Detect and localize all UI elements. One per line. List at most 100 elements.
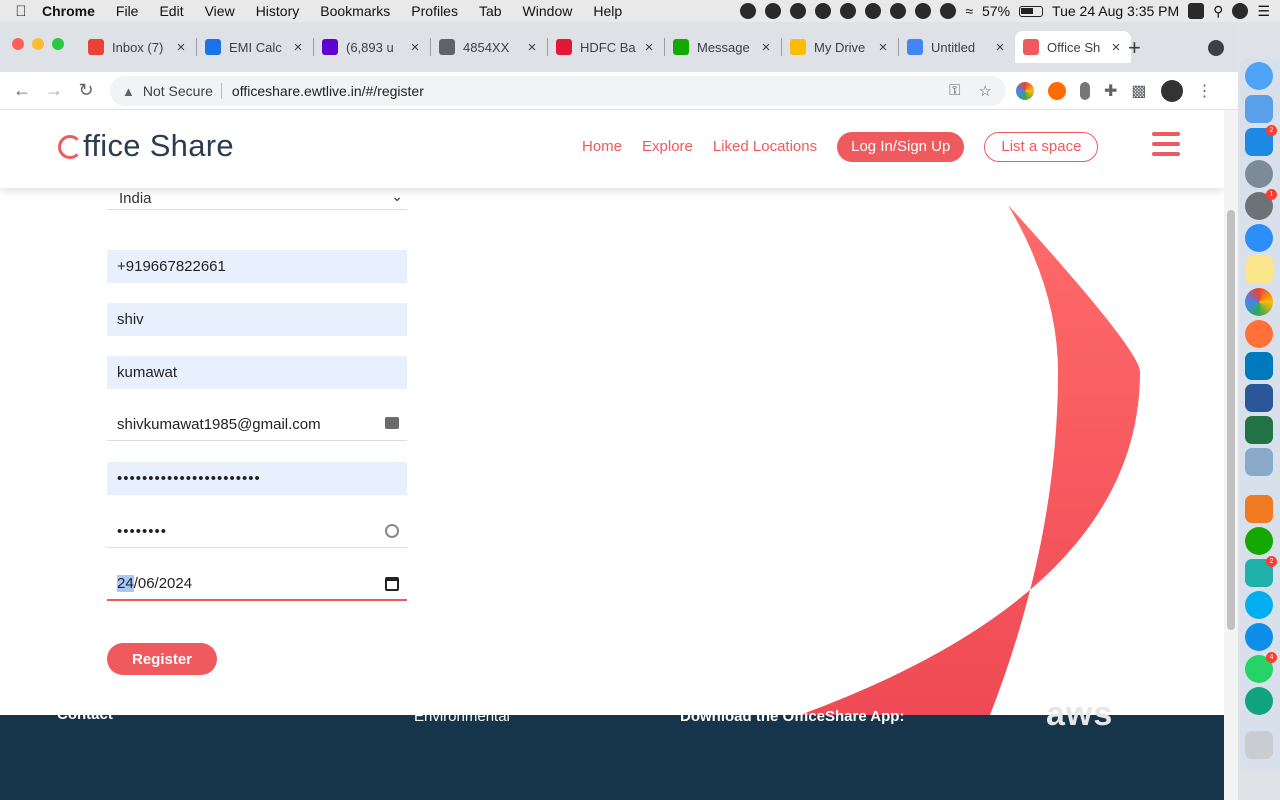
address-bar[interactable]: ▲ Not Secure officeshare.ewtlive.in/#/re… <box>110 76 1006 106</box>
chrome-dock-icon[interactable] <box>1245 288 1273 316</box>
login-signup-button[interactable]: Log In/Sign Up <box>837 132 965 162</box>
accessibility-icon[interactable] <box>915 3 932 19</box>
menu-help[interactable]: Help <box>593 3 622 19</box>
profile-avatar[interactable] <box>1160 80 1183 102</box>
siri-icon[interactable] <box>1232 3 1249 19</box>
close-tab-icon[interactable]: × <box>525 39 539 56</box>
trash-dock-icon[interactable] <box>1245 731 1273 759</box>
back-button[interactable]: ← <box>6 80 38 101</box>
url-text[interactable]: officeshare.ewtlive.in/#/register <box>232 83 424 99</box>
browser-tab[interactable]: Untitled × <box>899 31 1015 63</box>
close-tab-icon[interactable]: × <box>993 39 1007 56</box>
close-tab-icon[interactable]: × <box>1109 39 1123 56</box>
confirm-password-field[interactable]: •••••••• <box>107 515 407 548</box>
color-picker-extension-icon[interactable] <box>1016 82 1034 100</box>
calendar-icon[interactable] <box>385 577 399 591</box>
wifi-icon[interactable]: ≈ <box>965 3 973 19</box>
close-tab-icon[interactable]: × <box>759 39 773 56</box>
fire-extension-icon[interactable] <box>1048 82 1066 100</box>
magnifier-tool-icon[interactable] <box>890 3 907 19</box>
footer-environmental-link[interactable]: Environmental <box>414 708 510 725</box>
whatsapp-dock-icon[interactable]: 4 <box>1245 652 1277 683</box>
move-extension-icon[interactable]: ✚ <box>1104 81 1117 101</box>
preview-dock-icon[interactable] <box>1245 448 1273 476</box>
key-icon[interactable]: ⚿ <box>949 82 960 100</box>
chatgpt-dock-icon[interactable] <box>1245 687 1273 715</box>
browser-tab[interactable]: (6,893 u × <box>314 31 430 63</box>
firefox-dock-icon[interactable] <box>1245 320 1273 348</box>
skype-dock-icon[interactable] <box>1245 591 1273 619</box>
menu-window[interactable]: Window <box>523 3 573 19</box>
browser-tab[interactable]: 4854XX × <box>431 31 547 63</box>
date-day-segment[interactable]: 24 <box>117 575 134 592</box>
phone-field[interactable]: +919667822661 <box>107 250 407 283</box>
input-source-icon[interactable] <box>1188 3 1205 19</box>
tab-search-icon[interactable] <box>1208 40 1224 56</box>
browser-tab[interactable]: Inbox (7) × <box>80 31 196 63</box>
app-store-dock-icon[interactable]: 2 <box>1245 125 1277 156</box>
browser-tab[interactable]: HDFC Ba × <box>548 31 664 63</box>
close-window-button[interactable] <box>12 38 24 50</box>
menu-profiles[interactable]: Profiles <box>411 3 458 19</box>
list-space-button[interactable]: List a space <box>984 132 1099 162</box>
autofill-contact-icon[interactable] <box>385 417 399 429</box>
hamburger-menu-icon[interactable] <box>1152 132 1180 156</box>
password-key-icon[interactable] <box>385 524 399 538</box>
last-name-field[interactable]: kumawat <box>107 356 407 389</box>
launchpad-dock-icon[interactable] <box>1245 160 1273 188</box>
warning-icon[interactable]: ▲ <box>122 84 135 99</box>
battery-icon[interactable] <box>1019 5 1044 17</box>
browser-tab[interactable]: Office Sh × <box>1015 31 1131 63</box>
nav-liked-locations[interactable]: Liked Locations <box>713 132 817 162</box>
zoom-window-button[interactable] <box>52 38 64 50</box>
screen-record-icon[interactable] <box>740 3 757 19</box>
word-dock-icon[interactable] <box>1245 384 1273 412</box>
trello-dock-icon[interactable] <box>1245 352 1273 380</box>
bluetooth-icon[interactable] <box>940 3 957 19</box>
menu-history[interactable]: History <box>256 3 300 19</box>
menu-tab[interactable]: Tab <box>479 3 502 19</box>
spotlight-search-icon[interactable]: ⚲ <box>1213 3 1223 20</box>
close-tab-icon[interactable]: × <box>291 39 305 56</box>
security-label[interactable]: Not Secure <box>143 83 213 99</box>
menu-file[interactable]: File <box>116 3 139 19</box>
control-center-icon[interactable]: ☰ <box>1257 3 1270 20</box>
app-24-icon[interactable] <box>865 3 882 19</box>
browser-tab[interactable]: Message × <box>665 31 781 63</box>
close-tab-icon[interactable]: × <box>174 39 188 56</box>
email-field[interactable]: shivkumawat1985@gmail.com <box>107 408 407 441</box>
nav-home[interactable]: Home <box>582 132 622 162</box>
menu-view[interactable]: View <box>205 3 235 19</box>
upwork-status-icon[interactable] <box>790 3 807 19</box>
first-name-field[interactable]: shiv <box>107 303 407 336</box>
upwork-dock-icon[interactable] <box>1245 527 1273 555</box>
browser-tab[interactable]: EMI Calc × <box>197 31 313 63</box>
browser-tab[interactable]: My Drive × <box>782 31 898 63</box>
app-24-green-dock-icon[interactable]: 2 <box>1245 556 1277 587</box>
safari-dock-icon[interactable] <box>1245 224 1273 252</box>
register-button[interactable]: Register <box>107 643 217 675</box>
microphone-icon[interactable] <box>1080 82 1090 100</box>
password-field[interactable]: ••••••••••••••••••••••• <box>107 462 407 495</box>
officeshare-logo[interactable]: ffice Share <box>58 128 234 164</box>
extensions-puzzle-icon[interactable]: ▩ <box>1131 81 1146 101</box>
check-icon[interactable] <box>765 3 782 19</box>
cloud-upload-icon[interactable] <box>815 3 832 19</box>
scrollbar-thumb[interactable] <box>1227 210 1235 630</box>
menu-app-name[interactable]: Chrome <box>42 3 95 19</box>
finder-dock-icon[interactable] <box>1245 95 1273 123</box>
menu-bookmarks[interactable]: Bookmarks <box>320 3 390 19</box>
chrome-menu-icon[interactable]: ⋮ <box>1197 81 1213 101</box>
notes-dock-icon[interactable] <box>1245 256 1273 284</box>
teamviewer-dock-icon[interactable] <box>1245 623 1273 651</box>
date-field[interactable]: 24/06/2024 <box>107 568 407 601</box>
excel-dock-icon[interactable] <box>1245 416 1273 444</box>
clock[interactable]: Tue 24 Aug 3:35 PM <box>1052 3 1179 19</box>
close-tab-icon[interactable]: × <box>408 39 422 56</box>
app-24-dock-icon[interactable] <box>1245 495 1273 523</box>
bookmark-star-icon[interactable]: ☆ <box>979 82 992 100</box>
close-tab-icon[interactable]: × <box>642 39 656 56</box>
messages-dock-icon[interactable] <box>1245 62 1273 90</box>
menu-edit[interactable]: Edit <box>159 3 183 19</box>
system-preferences-dock-icon[interactable]: 1 <box>1245 189 1277 220</box>
